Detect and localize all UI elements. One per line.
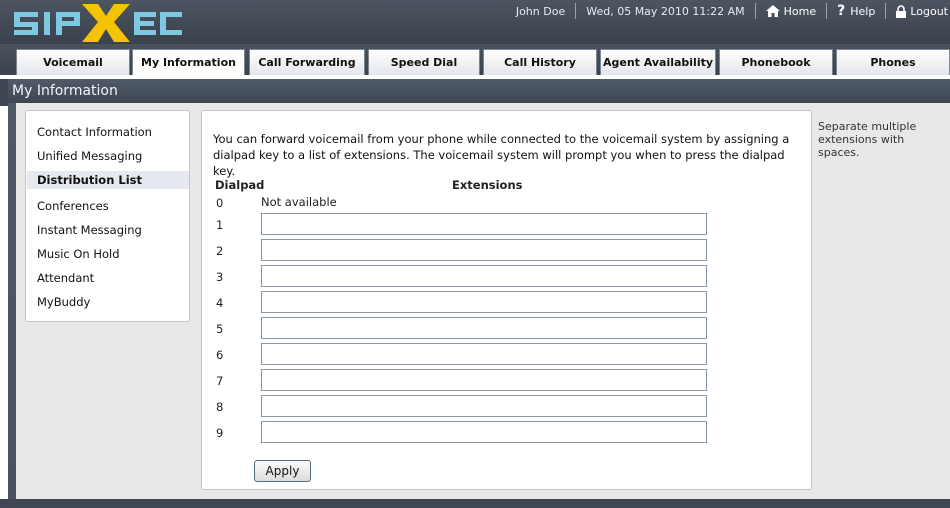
tab-my-information[interactable]: My Information [132, 49, 245, 75]
sidebar-item-attendant[interactable]: Attendant [27, 269, 189, 287]
extensions-input-1[interactable] [261, 213, 707, 235]
tab-phones[interactable]: Phones [836, 49, 950, 75]
extensions-input-4[interactable] [261, 291, 707, 313]
page-title: My Information [8, 79, 950, 103]
sipxecs-logo [8, 2, 188, 42]
dialpad-key: 2 [216, 244, 224, 258]
sidebar-item-music-on-hold[interactable]: Music On Hold [27, 245, 189, 263]
sidebar-item-distribution-list[interactable]: Distribution List [27, 171, 189, 189]
lock-icon [896, 4, 907, 18]
extensions-input-9[interactable] [261, 421, 707, 443]
dialpad-key: 0 [216, 196, 224, 210]
home-link[interactable]: Home [756, 0, 826, 22]
dialpad-key: 1 [216, 218, 224, 232]
top-utility-bar: John Doe Wed, 05 May 2010 11:22 AM Home … [506, 0, 950, 22]
help-label: Help [850, 4, 876, 18]
dialpad-key: 8 [216, 400, 224, 414]
extensions-input-8[interactable] [261, 395, 707, 417]
sidebar-menu: Contact Information Unified Messaging Di… [25, 110, 190, 322]
sidebar-item-unified-messaging[interactable]: Unified Messaging [27, 147, 189, 165]
header-bar: John Doe Wed, 05 May 2010 11:22 AM Home … [0, 0, 950, 44]
extensions-input-5[interactable] [261, 317, 707, 339]
user-name: John Doe [515, 4, 566, 18]
description-text: You can forward voicemail from your phon… [213, 132, 790, 178]
apply-button[interactable]: Apply [254, 460, 311, 482]
sidebar-item-conferences[interactable]: Conferences [27, 197, 189, 215]
main-tab-bar: Voicemail My Information Call Forwarding… [0, 44, 950, 75]
extensions-input-2[interactable] [261, 239, 707, 261]
help-link[interactable]: ? Help [827, 0, 885, 22]
home-label: Home [783, 4, 817, 18]
sidebar-item-contact-information[interactable]: Contact Information [27, 123, 189, 141]
tab-speed-dial[interactable]: Speed Dial [368, 49, 480, 75]
logout-link[interactable]: Logout [886, 0, 950, 22]
help-icon: ? [837, 3, 846, 19]
column-header-extensions: Extensions [452, 178, 523, 192]
tab-call-history[interactable]: Call History [483, 49, 597, 75]
app-window: John Doe Wed, 05 May 2010 11:22 AM Home … [0, 0, 950, 508]
dialpad-key: 3 [216, 270, 224, 284]
sidebar-item-instant-messaging[interactable]: Instant Messaging [27, 221, 189, 239]
extensions-input-6[interactable] [261, 343, 707, 365]
logout-label: Logout [910, 4, 948, 18]
column-header-dialpad: Dialpad [215, 178, 265, 192]
dialpad-key: 7 [216, 374, 224, 388]
dialpad-key: 4 [216, 296, 224, 310]
tab-voicemail[interactable]: Voicemail [16, 49, 130, 75]
extensions-input-3[interactable] [261, 265, 707, 287]
tab-phonebook[interactable]: Phonebook [719, 49, 833, 75]
current-datetime: Wed, 05 May 2010 11:22 AM [586, 4, 745, 18]
not-available-text: Not available [261, 195, 337, 209]
sidebar-item-mybuddy[interactable]: MyBuddy [27, 293, 189, 311]
dialpad-key: 5 [216, 322, 224, 336]
help-hint-text: Separate multiple extensions with spaces… [818, 120, 917, 159]
tab-agent-availability[interactable]: Agent Availability [600, 49, 716, 75]
extensions-input-7[interactable] [261, 369, 707, 391]
dialpad-key: 6 [216, 348, 224, 362]
footer-bar [0, 499, 950, 508]
dialpad-key: 9 [216, 426, 224, 440]
home-icon [765, 5, 780, 17]
tab-call-forwarding[interactable]: Call Forwarding [249, 49, 365, 75]
